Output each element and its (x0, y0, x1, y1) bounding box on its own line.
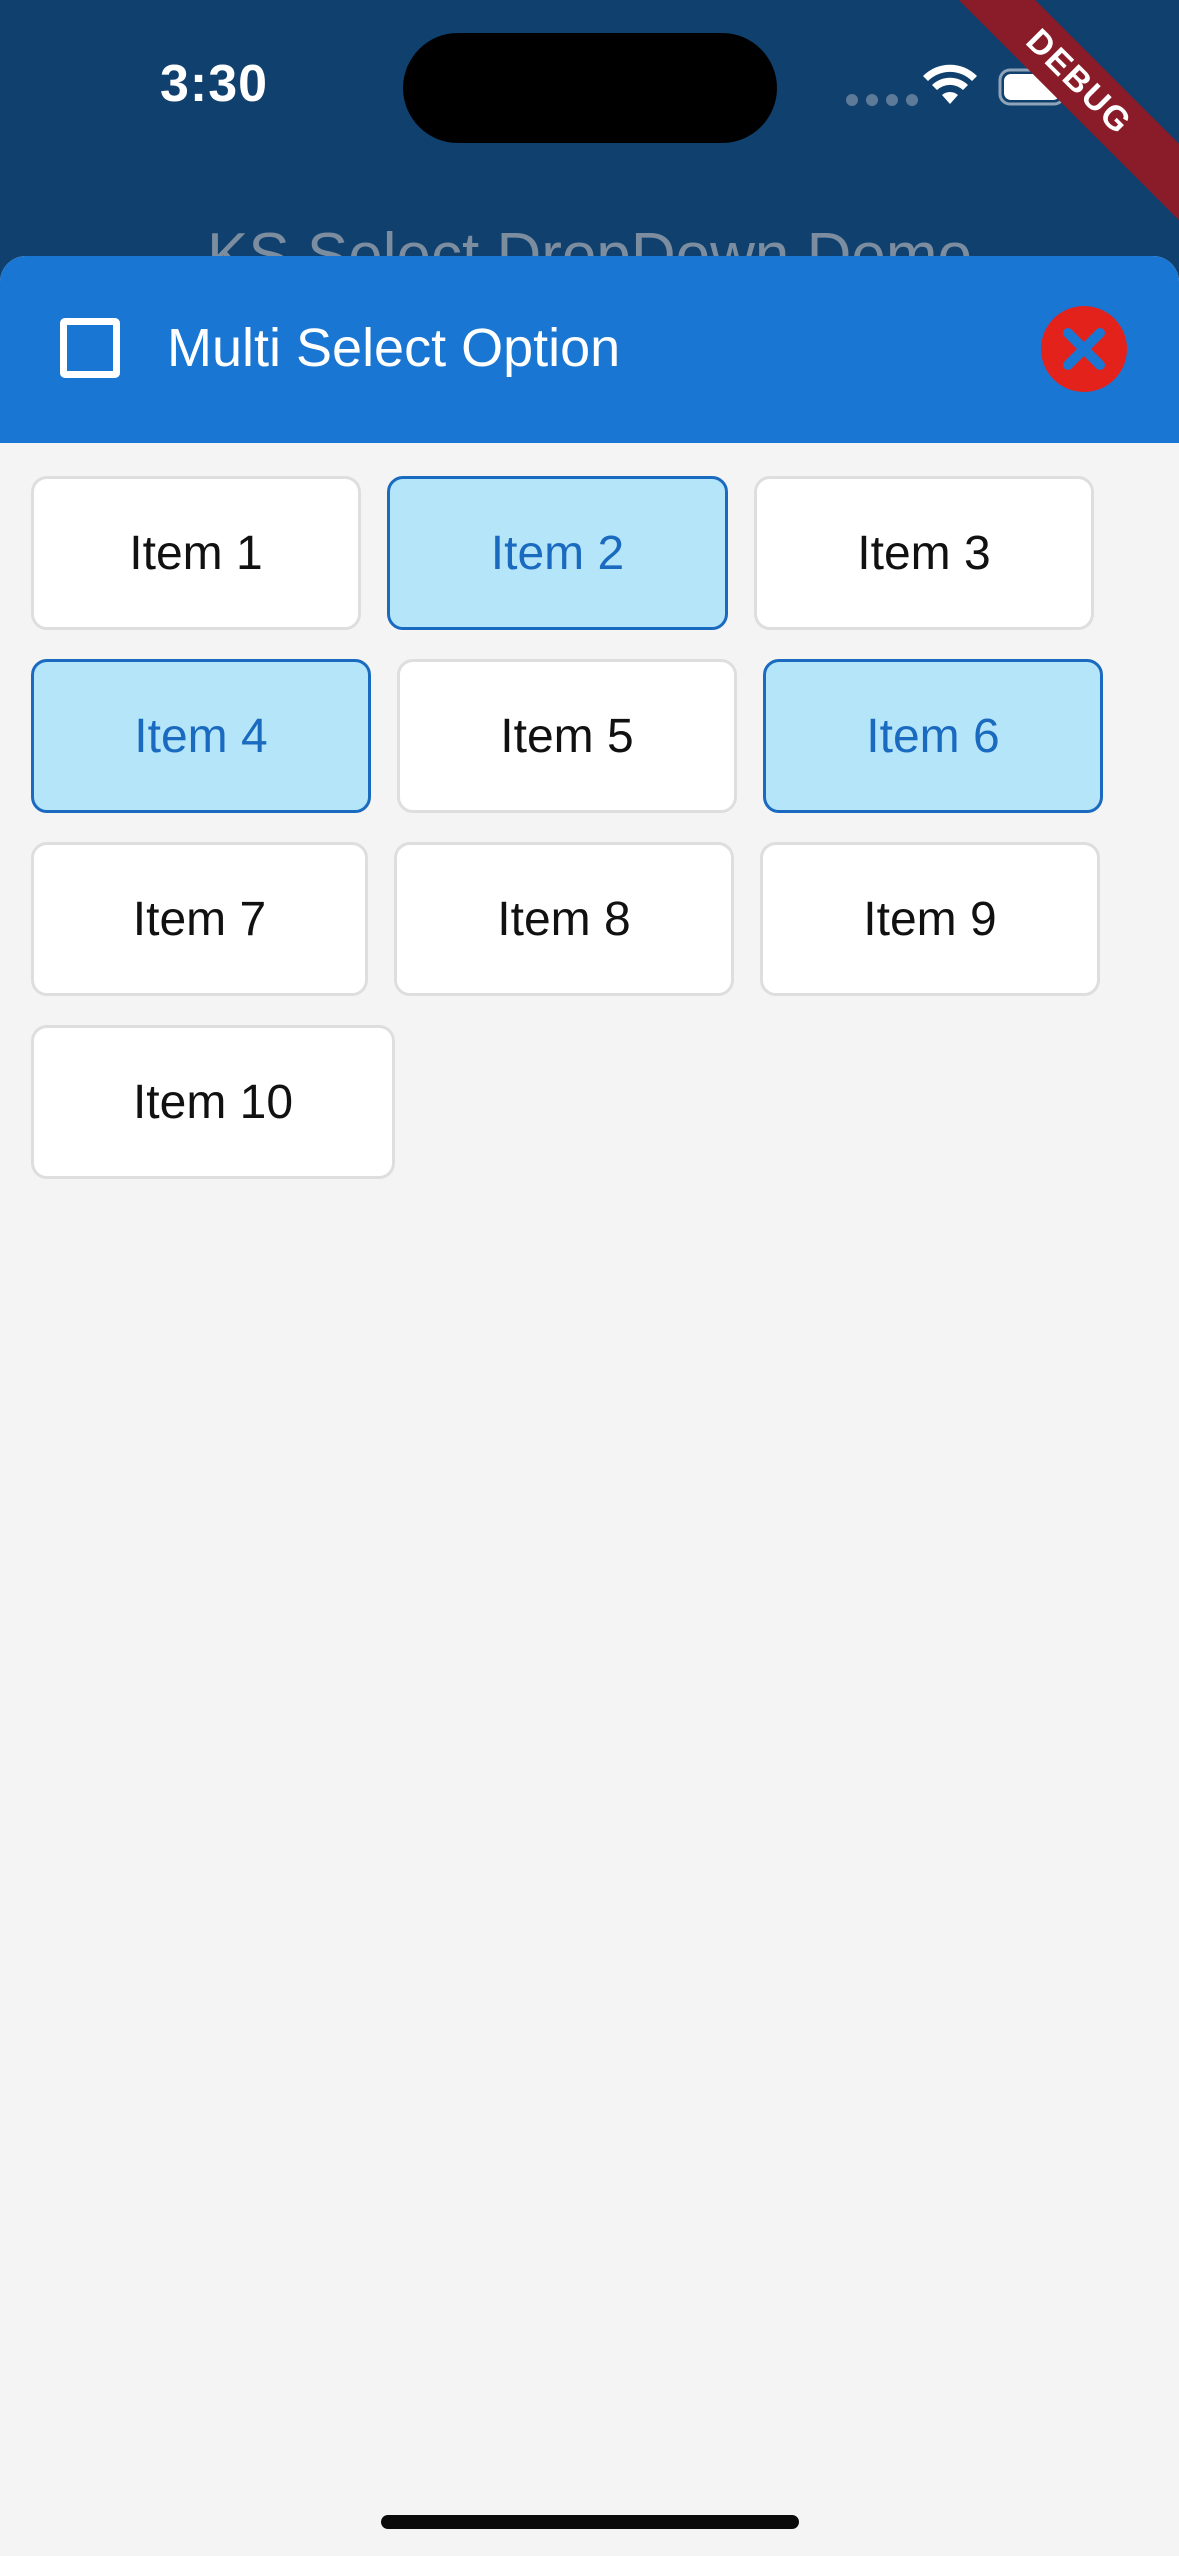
select-all-checkbox[interactable] (60, 318, 120, 378)
status-time: 3:30 (160, 55, 269, 113)
item-chip-2[interactable]: Item 2 (387, 476, 728, 630)
item-chip-1[interactable]: Item 1 (31, 476, 361, 630)
sheet-title: Multi Select Option (167, 318, 621, 378)
wifi-icon (923, 64, 977, 104)
item-chip-9[interactable]: Item 9 (760, 842, 1100, 996)
cellular-signal-icon (846, 94, 918, 106)
item-chip-8[interactable]: Item 8 (394, 842, 734, 996)
multi-select-sheet: Multi Select Option Item 1 Item 2 Item 3 It… (0, 256, 1179, 2556)
close-button[interactable] (1041, 306, 1127, 392)
item-chip-7[interactable]: Item 7 (31, 842, 368, 996)
home-indicator[interactable] (381, 2515, 799, 2529)
dynamic-island (403, 33, 777, 143)
sheet-header: Multi Select Option (0, 256, 1179, 443)
item-chip-4[interactable]: Item 4 (31, 659, 371, 813)
item-chip-6[interactable]: Item 6 (763, 659, 1103, 813)
item-chip-5[interactable]: Item 5 (397, 659, 737, 813)
close-icon (1063, 328, 1105, 370)
item-chip-10[interactable]: Item 10 (31, 1025, 395, 1179)
item-chip-3[interactable]: Item 3 (754, 476, 1094, 630)
